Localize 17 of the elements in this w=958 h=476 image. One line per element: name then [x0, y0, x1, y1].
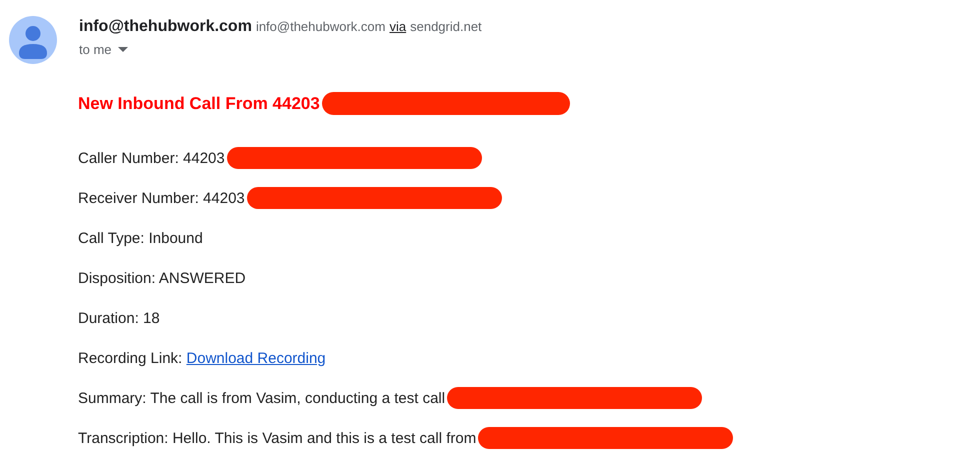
field-line: Disposition: ANSWERED — [78, 270, 246, 286]
field-line: Summary: The call is from Vasim, conducting a test call — [78, 390, 446, 406]
field-line: Transcription: Hello. This is Vasim and this is a test call from — [78, 430, 476, 446]
field-line: Duration: 18 — [78, 310, 160, 326]
recording-link[interactable]: Download Recording — [186, 350, 326, 366]
via-domain: sendgrid.net — [410, 19, 482, 34]
field-line: Caller Number: 44203 — [78, 150, 225, 166]
field-line: Recording Link: Download Recording — [78, 350, 326, 366]
sender-name: info@thehubwork.com — [79, 18, 252, 36]
via-link[interactable]: via — [389, 19, 406, 34]
field-line: Receiver Number: 44203 — [78, 190, 245, 206]
avatar-icon — [9, 16, 57, 64]
sender-email: info@thehubwork.com — [256, 19, 386, 34]
field-line: Call Type: Inbound — [78, 230, 203, 246]
caret-icon[interactable] — [118, 46, 128, 52]
recipient-label: to me — [79, 42, 112, 57]
email-subject: New Inbound Call From 44203 — [78, 94, 320, 114]
